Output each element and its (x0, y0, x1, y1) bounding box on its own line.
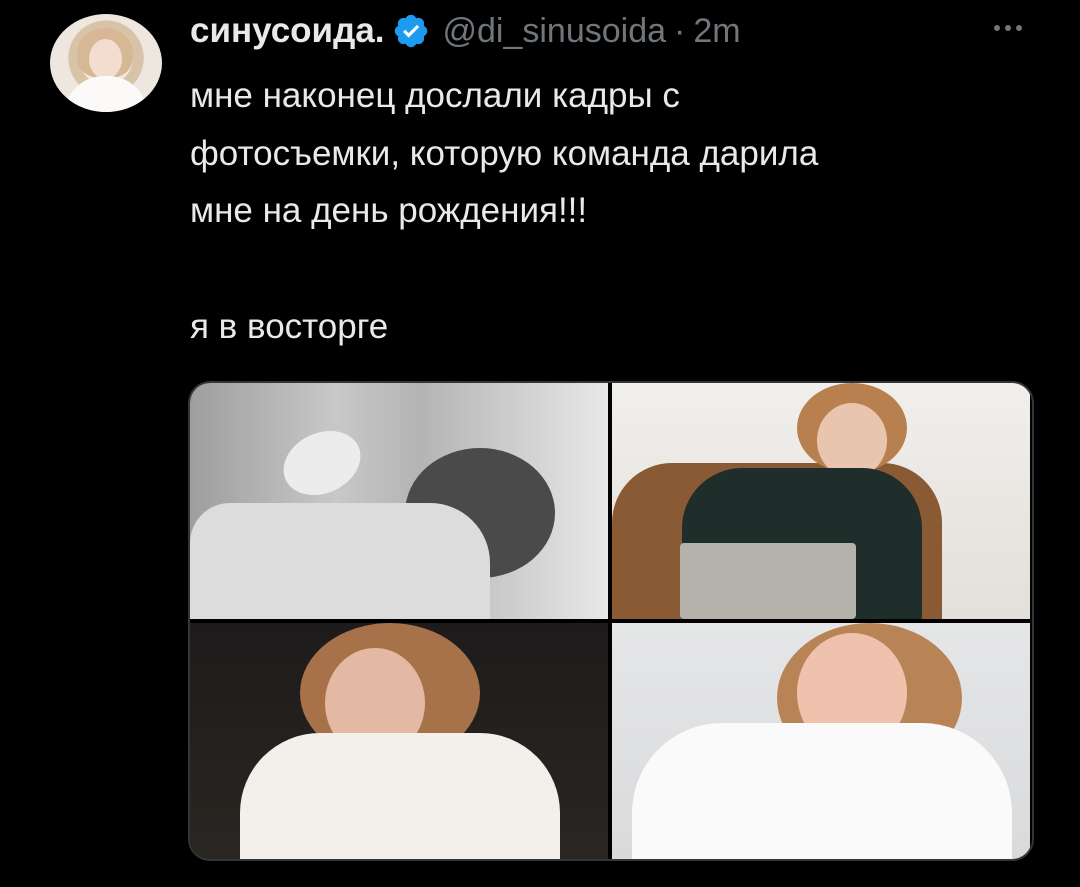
timestamp[interactable]: 2m (693, 12, 740, 51)
tweet-text: мне наконец дослали кадры с фотосъемки, … (190, 67, 1010, 355)
tweet-header: синусоида. @di_sinusoida · 2m (190, 10, 741, 52)
photo-subject-hand (273, 418, 371, 508)
photo-subject-sweater (632, 723, 1012, 859)
avatar-shirt (64, 76, 148, 112)
more-dot (1005, 25, 1011, 31)
photo-2[interactable] (612, 383, 1030, 619)
more-options-icon[interactable] (988, 18, 1028, 38)
photo-4[interactable] (612, 623, 1030, 859)
avatar-face (89, 39, 122, 79)
photo-subject-face (817, 403, 887, 478)
photo-subject-coat (190, 503, 490, 619)
author-name[interactable]: синусоида. (190, 11, 384, 51)
photo-laptop (680, 543, 856, 619)
photo-subject-shirt (240, 733, 560, 859)
more-dot (1016, 25, 1022, 31)
tweet-text-line: мне наконец дослали кадры с (190, 76, 680, 115)
more-dot (994, 25, 1000, 31)
tweet-text-line: фотосъемки, которую команда дарила (190, 133, 819, 173)
media-grid (188, 381, 1034, 861)
verified-badge-icon (392, 12, 430, 50)
author-avatar[interactable] (50, 14, 162, 112)
separator-dot: · (674, 11, 686, 50)
photo-3[interactable] (190, 623, 608, 859)
photo-1[interactable] (190, 383, 608, 619)
author-handle[interactable]: @di_sinusoida (442, 12, 666, 51)
tweet-text-line: мне на день рождения!!! (190, 191, 588, 230)
tweet-text-line: я в восторге (190, 306, 389, 346)
paragraph-break (190, 240, 1010, 298)
